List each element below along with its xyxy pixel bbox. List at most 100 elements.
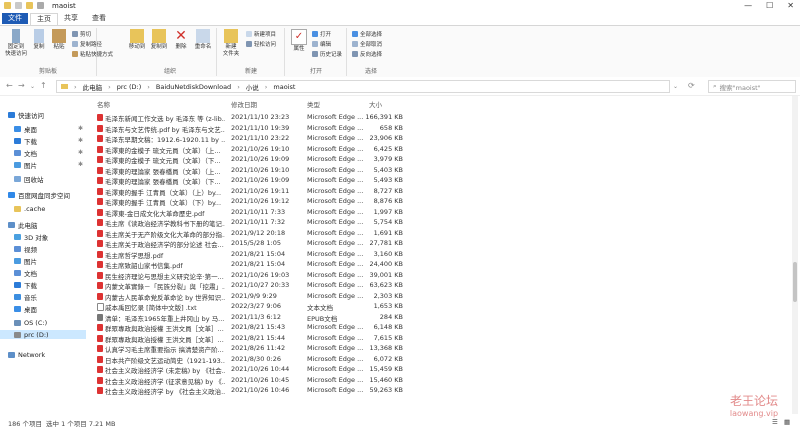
nav-item[interactable]: 桌面 ✱ bbox=[0, 124, 86, 134]
new-item-button[interactable]: 新建项目 bbox=[246, 30, 276, 38]
up-arrow-icon[interactable]: ↑ bbox=[40, 81, 47, 90]
nav-item[interactable]: 回收站 bbox=[0, 174, 86, 184]
refresh-icon[interactable]: ⟳ bbox=[688, 81, 695, 90]
search-input[interactable]: ⌕ 搜索"maoist" bbox=[708, 80, 796, 93]
copy-to-button[interactable]: 复制到 bbox=[148, 29, 170, 51]
file-row[interactable]: 毛澤東的理論家 張春橋員（文革）（上... 2021/10/26 19:10 Mic… bbox=[91, 165, 791, 176]
nav-item[interactable]: 3D 对象 bbox=[0, 232, 86, 242]
forward-arrow-icon[interactable]: → bbox=[18, 81, 25, 90]
file-row[interactable]: 戚本禹回忆录 [简体中文版] .txt 2022/3/27 9:06 文本文档 1,6… bbox=[91, 301, 791, 312]
breadcrumb-novel[interactable]: 小说 bbox=[246, 82, 259, 92]
edit-button[interactable]: 编辑 bbox=[312, 40, 331, 48]
nav-item[interactable]: prc (D:) bbox=[0, 330, 86, 339]
file-row[interactable]: 毛澤東的金模子 琉文元員（文革）（上... 2021/10/26 19:10 Mic… bbox=[91, 144, 791, 155]
nav-item[interactable]: .cache bbox=[0, 204, 86, 213]
nav-item[interactable]: 此电脑 bbox=[0, 220, 86, 230]
file-row[interactable]: 毛泽东新闻工作文选 by 毛泽东 等 (z-lib... 2021/11/10 2… bbox=[91, 112, 791, 123]
file-row[interactable]: 毛澤東的握手 江青員（文革）（上）by... 2021/10/26 19:11 Mi… bbox=[91, 186, 791, 197]
pin-quick-access-button[interactable]: 固定到 快速访问 bbox=[2, 29, 30, 58]
nav-item[interactable]: Network bbox=[0, 350, 86, 359]
large-icons-view-icon[interactable]: ▦ bbox=[784, 418, 790, 426]
copy-button[interactable]: 复制 bbox=[28, 29, 50, 51]
close-button[interactable]: ✕ bbox=[787, 1, 794, 10]
delete-button[interactable]: ✕ 删除 bbox=[170, 29, 192, 51]
maximize-button[interactable]: ☐ bbox=[766, 1, 773, 10]
details-view-icon[interactable]: ☰ bbox=[772, 418, 778, 426]
file-row[interactable]: 群眾專政與政治授權 王洪文員［文革］... 2021/8/21 15:44 Micr… bbox=[91, 333, 791, 344]
folder-quick-icon[interactable] bbox=[26, 2, 33, 9]
file-size: 5,493 KB bbox=[373, 176, 403, 184]
file-row[interactable]: 毛泽东与文艺传统.pdf by 毛泽东与文艺... 2021/11/10 19:3… bbox=[91, 123, 791, 134]
column-size[interactable]: 大小 bbox=[369, 99, 382, 109]
file-row[interactable]: 毛主席关于无产阶级文化大革命的部分指... 2021/9/12 20:18 Micr… bbox=[91, 228, 791, 239]
file-row[interactable]: 社会主义政治经济学 by 《社会主义政治... 2021/10/26 10:46 M… bbox=[91, 385, 791, 396]
file-row[interactable]: 群眾專政與政治授權 王洪文員［文革］... 2021/8/21 15:43 Micr… bbox=[91, 322, 791, 333]
file-row[interactable]: 内蒙文革實錄－「民族分裂」與「挖肅」... 2021/10/27 20:33 Mic… bbox=[91, 280, 791, 291]
breadcrumb-maoist[interactable]: maoist bbox=[273, 83, 295, 91]
nav-item[interactable]: 文档 ✱ bbox=[0, 148, 86, 158]
nav-item[interactable]: 下载 ✱ bbox=[0, 136, 86, 146]
nav-item[interactable]: 文档 bbox=[0, 268, 86, 278]
nav-item[interactable]: 图片 bbox=[0, 256, 86, 266]
pdf-file-icon bbox=[97, 366, 103, 373]
breadcrumb-baidu[interactable]: BaiduNetdiskDownload bbox=[156, 83, 231, 91]
nav-item[interactable]: 桌面 bbox=[0, 304, 86, 314]
nav-item[interactable]: 百度网盘同步空间 bbox=[0, 190, 86, 200]
column-type[interactable]: 类型 bbox=[307, 99, 320, 109]
nav-item[interactable]: 快速访问 bbox=[0, 110, 86, 120]
file-row[interactable]: 民生经济理论与思想主义研究论辛·第一... 2021/10/26 19:03 Mic… bbox=[91, 270, 791, 281]
tab-share[interactable]: 共享 bbox=[58, 13, 84, 24]
tab-view[interactable]: 查看 bbox=[86, 13, 112, 24]
select-all-button[interactable]: 全部选择 bbox=[352, 30, 382, 38]
file-row[interactable]: 毛澤東-金日成文化大革命歷史.pdf 2021/10/11 7:33 Microso… bbox=[91, 207, 791, 218]
column-date[interactable]: 修改日期 bbox=[231, 99, 257, 109]
back-arrow-icon[interactable]: ← bbox=[6, 81, 13, 90]
breadcrumb-this-pc[interactable]: 此电脑 bbox=[83, 82, 103, 92]
nav-item[interactable]: 视频 bbox=[0, 244, 86, 254]
minimize-button[interactable]: — bbox=[744, 1, 752, 10]
column-name[interactable]: 名称 bbox=[97, 99, 110, 109]
nav-item[interactable]: 下载 bbox=[0, 280, 86, 290]
invert-selection-button[interactable]: 反向选择 bbox=[352, 50, 382, 58]
select-none-button[interactable]: 全部取消 bbox=[352, 40, 382, 48]
file-row[interactable]: 认真学习毛主席重要指示 搞清楚资产阶... 2021/8/26 11:42 Micr… bbox=[91, 343, 791, 354]
file-row[interactable]: 毛泽东早期文稿：1912.6-1920.11 by ... 2021/11/10 … bbox=[91, 133, 791, 144]
new-folder-button[interactable]: 新建 文件夹 bbox=[220, 29, 242, 58]
copy-path-button[interactable]: 复制路径 bbox=[72, 40, 102, 48]
nav-item[interactable]: 音乐 bbox=[0, 292, 86, 302]
vertical-scrollbar[interactable] bbox=[792, 96, 798, 414]
file-row[interactable]: 毛主席哲学思想.pdf 2021/8/21 15:04 Microsoft Edge… bbox=[91, 249, 791, 260]
paste-button[interactable]: 粘贴 bbox=[48, 29, 70, 51]
rename-button[interactable]: 重命名 bbox=[192, 29, 214, 51]
file-row[interactable]: 毛澤東的理論家 張春橋員（文革）（下... 2021/10/26 19:09 Mic… bbox=[91, 175, 791, 186]
paste-shortcut-button[interactable]: 粘贴快捷方式 bbox=[72, 50, 113, 58]
file-row[interactable]: 清单：毛泽东1965年重上井冈山 by 马... 2021/11/3 6:12 EP… bbox=[91, 312, 791, 323]
breadcrumb-drive[interactable]: prc (D:) bbox=[117, 83, 142, 91]
file-row[interactable]: 日本共产阶级文艺运动简史（1921-193... 2021/8/30 0:26 Mi… bbox=[91, 354, 791, 365]
open-button[interactable]: 打开 bbox=[312, 30, 331, 38]
easy-access-button[interactable]: 轻松访问 bbox=[246, 40, 276, 48]
file-row[interactable]: 社会主义政治经济学 (未定稿) by 《社会... 2021/10/26 10:4… bbox=[91, 364, 791, 375]
tab-file[interactable]: 文件 bbox=[2, 13, 28, 24]
properties-quick-icon[interactable] bbox=[15, 2, 22, 9]
cut-button[interactable]: 剪切 bbox=[72, 30, 91, 38]
tab-home[interactable]: 主页 bbox=[30, 13, 58, 25]
file-size: 3,160 KB bbox=[373, 249, 403, 258]
file-row[interactable]: 毛澤東的金模子 琉文元員（文革）（下... 2021/10/26 19:09 Mic… bbox=[91, 154, 791, 165]
file-row[interactable]: 毛澤東的握手 江青員（文革）（下）by... 2021/10/26 19:12 Mi… bbox=[91, 196, 791, 207]
file-row[interactable]: 毛主席《读政治经济学教科书下册的笔记... 2021/10/11 7:32 Micr… bbox=[91, 217, 791, 228]
address-bar[interactable]: › 此电脑 › prc (D:) › BaiduNetdiskDownload … bbox=[56, 80, 670, 93]
properties-button[interactable]: ✓ 属性 bbox=[288, 29, 310, 53]
address-dropdown-icon[interactable]: ⌄ bbox=[673, 83, 678, 90]
file-row[interactable]: 内蒙古人民革命党反革命论 by 世界知识... 2021/9/9 9:29 Micr… bbox=[91, 291, 791, 302]
scrollbar-thumb[interactable] bbox=[793, 262, 797, 302]
move-to-button[interactable]: 移动到 bbox=[126, 29, 148, 51]
file-row[interactable]: 毛主席关于政治经济学的部分论述 社会... 2015/5/28 1:05 Micro… bbox=[91, 238, 791, 249]
recent-chevron-icon[interactable]: ⌄ bbox=[30, 83, 35, 90]
nav-item[interactable]: OS (C:) bbox=[0, 318, 86, 327]
customize-quick-icon[interactable] bbox=[37, 2, 44, 9]
file-row[interactable]: 毛主席致韶山家书信集.pdf 2021/8/21 15:04 Microsoft E… bbox=[91, 259, 791, 270]
history-button[interactable]: 历史记录 bbox=[312, 50, 342, 58]
file-row[interactable]: 社会主义政治经济学 (征求意见稿) by 《... 2021/10/26 10:4… bbox=[91, 375, 791, 386]
nav-item[interactable]: 图片 ✱ bbox=[0, 160, 86, 170]
